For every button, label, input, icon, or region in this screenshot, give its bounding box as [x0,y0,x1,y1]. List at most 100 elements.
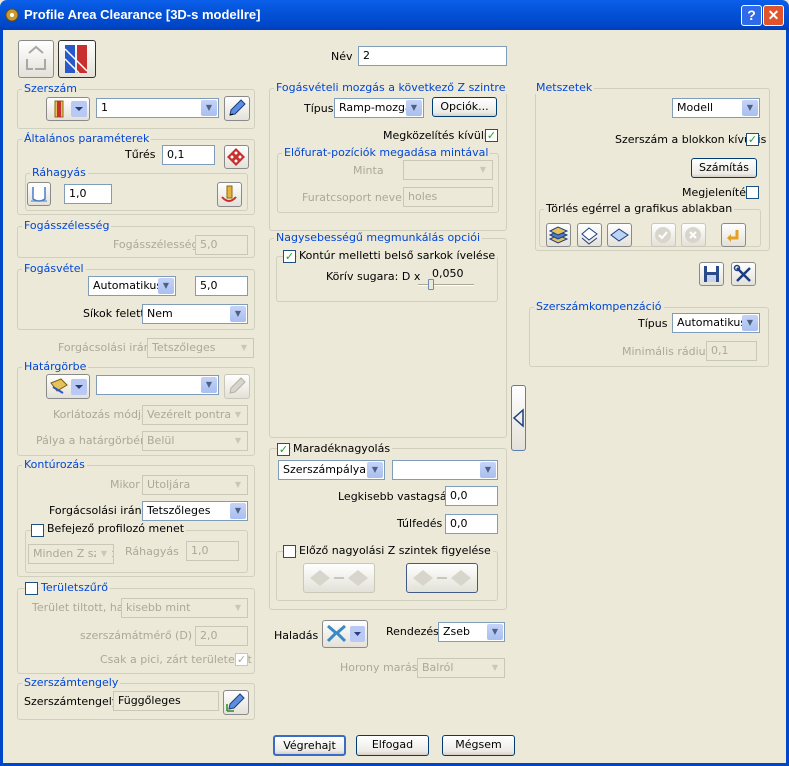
allowance-input[interactable]: 1,0 [64,184,112,204]
delete-title: Törlés egérrel a grafikus ablakban [544,202,735,215]
tool-outside-block-label: Szerszám a blokkon kívül is [615,133,767,146]
arc-radius-value: 0,050 [432,267,464,280]
pattern-select[interactable]: ▼ [403,160,493,180]
chevron-down-icon: ▼ [480,462,496,478]
final-levels-select[interactable]: Minden Z szint ▼ [28,544,114,564]
name-input[interactable]: 2 [358,46,507,66]
boundary-path-value: Belül [147,434,175,447]
contour-direction-value: Tetszőleges [147,504,211,517]
name-label: Név [331,50,353,63]
allowance-extra-icon[interactable] [217,182,242,207]
rest-mode-select[interactable]: Szerszámpálya ▼ [278,460,385,480]
min-thickness-input[interactable]: 0,0 [445,486,498,506]
accept-button[interactable]: Elfogad [356,735,429,756]
allowance-mode-icon[interactable] [27,182,51,206]
limit-mode-label: Korlátozás módja [53,408,148,421]
recycle-icon[interactable] [18,40,54,78]
min-radius-input[interactable]: 0,1 [706,341,757,361]
contour-direction-select[interactable]: Tetszőleges ▼ [142,501,248,521]
area-diam-input[interactable]: 2,0 [195,626,248,646]
tool-type-dropdown[interactable] [46,97,90,121]
limit-mode-select[interactable]: Vezérelt pontra ▼ [142,405,248,425]
undo-icon[interactable] [721,223,746,247]
area-filter-checkbox[interactable] [25,582,38,595]
chevron-down-icon: ▼ [230,503,246,519]
arc-radius-slider-thumb[interactable] [428,279,434,290]
stepover-group-title: Fogásszélesség [22,219,112,232]
boundary-type-dropdown[interactable] [46,374,90,399]
stepdown-input[interactable]: 5,0 [195,276,248,296]
app-icon [5,7,20,22]
stack-icon[interactable] [577,223,602,247]
calculate-button[interactable]: Számítás [691,158,757,178]
edit-tool-axis-icon[interactable] [223,690,249,715]
area-diam-label: szerszámátmérő (D) x [80,629,203,642]
general-group-title: Általános paraméterek [22,132,152,145]
rest-reference-select[interactable]: ▼ [392,460,498,480]
cut-direction-select[interactable]: Tetszőleges ▼ [147,338,254,358]
chevron-down-icon: ▼ [367,462,383,478]
prev-levels-mode-a-icon[interactable] [303,563,375,593]
tool-outside-block-checkbox[interactable]: ✓ [746,133,759,146]
slices-mode-value: Modell [677,101,714,114]
show-checkbox[interactable] [746,186,759,199]
execute-button[interactable]: Végrehajt [273,735,346,756]
accept-icon[interactable] [651,223,676,247]
plane-icon[interactable] [607,223,632,247]
above-planes-value: Nem [147,307,173,320]
save-icon[interactable] [699,262,724,286]
rest-checkbox[interactable]: ✓ [277,443,290,456]
boundary-path-select[interactable]: Belül ▼ [142,431,248,451]
progress-dropdown[interactable] [322,620,368,648]
tool-select[interactable]: 1 ▼ [96,98,219,118]
hole-group-input[interactable]: holes [403,187,493,207]
tool-group-title: Szerszám [22,82,80,95]
approach-options-button[interactable]: Opciók... [432,97,497,117]
reject-icon[interactable] [681,223,706,247]
edit-tool-icon[interactable] [224,96,250,121]
closed-areas-checkbox[interactable]: ✓ [235,653,248,666]
close-button[interactable]: ✕ [763,5,784,26]
overlap-input[interactable]: 0,0 [445,514,498,534]
chevron-down-icon: ▼ [742,315,758,331]
stepdown-mode-value: Automatikus [93,279,163,292]
slices-mode-select[interactable]: Modell ▼ [672,98,760,118]
edit-boundary-icon[interactable] [224,374,250,399]
allowance-group-title: Ráhagyás [30,166,88,179]
approach-type-select[interactable]: Ramp-mozgás ▼ [334,98,424,118]
help-button[interactable]: ? [741,5,762,26]
sort-select[interactable]: Zseb ▼ [438,622,505,642]
layers-icon[interactable] [546,223,571,247]
thickness-icon[interactable] [224,145,249,169]
tolerance-label: Tűrés [125,148,156,161]
slot-milling-select[interactable]: Balról ▼ [417,658,505,678]
rest-label: Maradéknagyolás [291,442,393,455]
toolpath-icon[interactable] [58,40,96,78]
area-forbidden-select[interactable]: kisebb mint ▼ [121,598,248,618]
rest-mode-value: Szerszámpálya [283,463,367,476]
collapse-panel-button[interactable] [511,385,526,451]
prev-levels-checkbox[interactable] [283,545,296,558]
cancel-button[interactable]: Mégsem [442,735,515,756]
prev-levels-mode-b-icon[interactable] [406,563,478,593]
tool-axis-label: Szerszámtengely [24,695,119,708]
corner-checkbox[interactable]: ✓ [283,250,296,263]
stepover-input[interactable]: 5,0 [195,235,248,255]
boundary-select[interactable]: ▼ [96,375,219,395]
tools-icon[interactable] [731,262,756,286]
tolerance-input[interactable]: 0,1 [162,145,215,165]
above-planes-select[interactable]: Nem ▼ [142,304,248,324]
final-pass-checkbox[interactable] [31,524,44,537]
contour-when-select[interactable]: Utoljára ▼ [142,475,248,495]
contour-when-label: Mikor [110,478,140,491]
outside-approach-checkbox[interactable]: ✓ [485,129,498,142]
outside-approach-label: Megközelítés kívülről [383,129,499,142]
arc-radius-slider-track[interactable] [418,284,474,286]
sort-value: Zseb [443,625,471,638]
stepdown-mode-select[interactable]: Automatikus ▼ [88,276,176,296]
comp-type-select[interactable]: Automatikus ▼ [672,313,760,333]
final-allowance-input[interactable]: 1,0 [186,541,239,561]
contour-group-title: Kontúrozás [22,458,87,471]
hsm-title: Nagysebességű megmunkálás opciói [274,231,483,244]
prev-levels-label: Előző nagyolási Z szintek figyelése [297,544,493,557]
